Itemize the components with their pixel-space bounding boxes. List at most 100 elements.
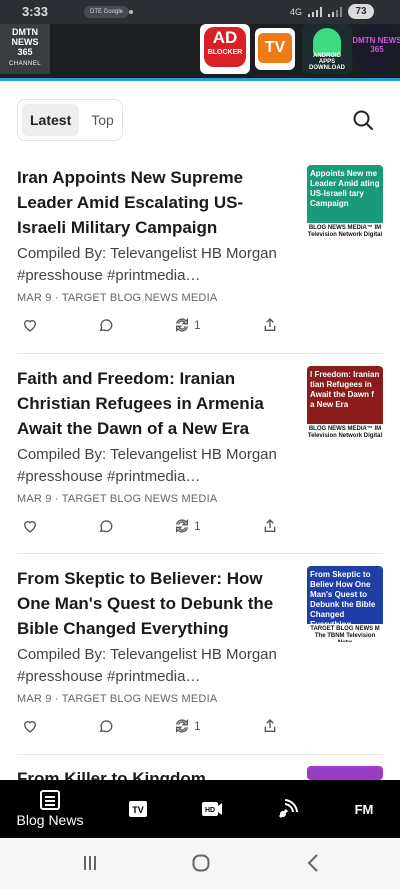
android-robot-icon <box>313 28 341 56</box>
restack-icon <box>176 519 188 533</box>
status-time: 3:33 <box>22 4 49 19</box>
battery-indicator: 73 <box>348 4 374 19</box>
broadcast-icon <box>278 799 298 819</box>
android-label-sub: APPS DOWNLOAD <box>309 59 345 71</box>
network-label: 4G <box>289 6 302 17</box>
article-actions: 1 <box>17 516 282 536</box>
nav-tv[interactable]: TV <box>124 780 152 838</box>
nav-broadcast[interactable] <box>274 780 302 838</box>
like-button[interactable] <box>22 516 38 536</box>
back-icon[interactable] <box>306 854 320 872</box>
restack-count: 1 <box>194 318 201 332</box>
article-thumbnail[interactable]: l Freedom: Iranian tian Refugees in Awai… <box>307 366 383 442</box>
restack-button[interactable]: 1 <box>174 716 201 736</box>
thumbnail-footer: TARGET BLOG NEWS M The TBNM Television N… <box>307 624 383 642</box>
status-indicators: 4G 73 <box>290 4 374 19</box>
like-button[interactable] <box>22 315 38 335</box>
brand-line4: CHANNEL <box>8 61 42 67</box>
restack-icon <box>176 318 188 332</box>
thumbnail-footer: BLOG NEWS MEDIA™ IM Television Network D… <box>307 424 383 442</box>
thumbnail-headline: From Skeptic to Believ How One Man's Que… <box>307 566 383 629</box>
dmtn-news-label: DMTN NEWS 365 <box>352 36 400 54</box>
android-apps-label: ANDROID APPS DOWNLOAD <box>302 53 352 71</box>
article-title[interactable]: Faith and Freedom: Iranian Christian Ref… <box>17 366 292 441</box>
article-title[interactable]: Iran Appoints New Supreme Leader Amid Es… <box>17 165 292 240</box>
share-button[interactable] <box>262 315 278 335</box>
restack-button[interactable]: 1 <box>174 516 201 536</box>
blocker-label: BLOCKER <box>207 49 243 56</box>
restack-button[interactable]: 1 <box>174 315 201 335</box>
share-button[interactable] <box>262 716 278 736</box>
tv-app-button[interactable]: TV <box>255 28 295 70</box>
heart-icon <box>23 320 37 332</box>
share-icon <box>264 519 276 532</box>
article-title[interactable]: From Skeptic to Believer: How One Man's … <box>17 566 292 641</box>
article-meta: MAR 9 · TARGET BLOG NEWS MEDIA <box>17 493 218 505</box>
brand-line1: DMTN <box>12 27 38 37</box>
article-divider <box>17 754 383 755</box>
comment-icon <box>99 720 113 733</box>
article-card[interactable]: From Killer to Kingdom <box>0 766 400 780</box>
feed-tabs: Latest Top <box>17 99 123 141</box>
android-apps-button[interactable]: ANDROID APPS DOWNLOAD <box>302 24 352 74</box>
stop-sign-icon: AD BLOCKER <box>204 27 246 67</box>
signal-icon <box>308 6 322 17</box>
comment-icon <box>99 319 113 332</box>
notification-pill: DTE Google <box>84 6 130 18</box>
brand-logo[interactable]: DMTN NEWS 365 CHANNEL <box>0 24 50 74</box>
article-actions: 1 <box>17 716 282 736</box>
restack-count: 1 <box>194 519 201 533</box>
svg-text:FM: FM <box>355 802 374 817</box>
article-excerpt: Compiled By: Televangelist HB Morgan #pr… <box>17 245 277 284</box>
signal-icon-2 <box>328 6 342 17</box>
svg-text:HD: HD <box>205 807 215 814</box>
recent-apps-icon[interactable] <box>82 855 98 871</box>
restack-icon <box>176 719 188 733</box>
svg-text:TV: TV <box>132 805 144 815</box>
tab-latest[interactable]: Latest <box>22 104 80 136</box>
ad-label: AD <box>212 28 238 47</box>
brand-line2: NEWS <box>11 37 39 47</box>
bottom-navigation: Blog News TV HD FM <box>0 780 400 838</box>
restack-count: 1 <box>194 719 201 733</box>
comment-button[interactable] <box>98 716 114 736</box>
brand-line3: 365 <box>17 47 33 57</box>
heart-icon <box>23 721 37 733</box>
article-card[interactable]: Iran Appoints New Supreme Leader Amid Es… <box>0 165 400 345</box>
article-title[interactable]: From Killer to Kingdom <box>17 766 292 780</box>
nav-hd[interactable]: HD <box>198 780 226 838</box>
nav-label: Blog News <box>16 812 84 828</box>
home-icon[interactable] <box>192 854 210 872</box>
notification-dot <box>129 10 133 14</box>
article-card[interactable]: From Skeptic to Believer: How One Man's … <box>0 566 400 746</box>
article-divider <box>17 353 383 354</box>
nav-blog-news[interactable]: Blog News <box>12 780 88 838</box>
article-excerpt: Compiled By: Televangelist HB Morgan #pr… <box>17 446 277 485</box>
hd-video-icon: HD <box>202 802 222 816</box>
like-button[interactable] <box>22 716 38 736</box>
comment-button[interactable] <box>98 315 114 335</box>
tab-top[interactable]: Top <box>83 104 122 136</box>
article-actions: 1 <box>17 315 282 335</box>
share-button[interactable] <box>262 516 278 536</box>
share-icon <box>264 719 276 732</box>
comment-button[interactable] <box>98 516 114 536</box>
thumbnail-headline: l Freedom: Iranian tian Refugees in Awai… <box>307 366 383 424</box>
article-thumbnail[interactable]: Appoints New me Leader Amid ating US-Isr… <box>307 165 383 241</box>
article-thumbnail[interactable]: From Skeptic to Believ How One Man's Que… <box>307 566 383 642</box>
dmtn-news-app-button[interactable]: DMTN NEWS 365 <box>352 24 400 74</box>
thumbnail-headline: Appoints New me Leader Amid ating US-Isr… <box>307 165 383 223</box>
article-thumbnail[interactable] <box>307 766 383 780</box>
article-meta: MAR 9 · TARGET BLOG NEWS MEDIA <box>17 292 218 304</box>
nav-fm[interactable]: FM <box>350 780 378 838</box>
heart-icon <box>23 521 37 533</box>
status-bar: 3:33 DTE Google 4G 73 <box>0 0 400 24</box>
article-card[interactable]: Faith and Freedom: Iranian Christian Ref… <box>0 366 400 546</box>
tv-icon: TV <box>129 801 147 817</box>
share-icon <box>264 318 276 331</box>
search-icon[interactable] <box>351 108 375 132</box>
newspaper-icon <box>40 790 60 810</box>
article-excerpt: Compiled By: Televangelist HB Morgan #pr… <box>17 646 277 685</box>
tv-icon: TV <box>258 33 292 63</box>
ad-blocker-app-button[interactable]: AD BLOCKER <box>200 24 250 74</box>
